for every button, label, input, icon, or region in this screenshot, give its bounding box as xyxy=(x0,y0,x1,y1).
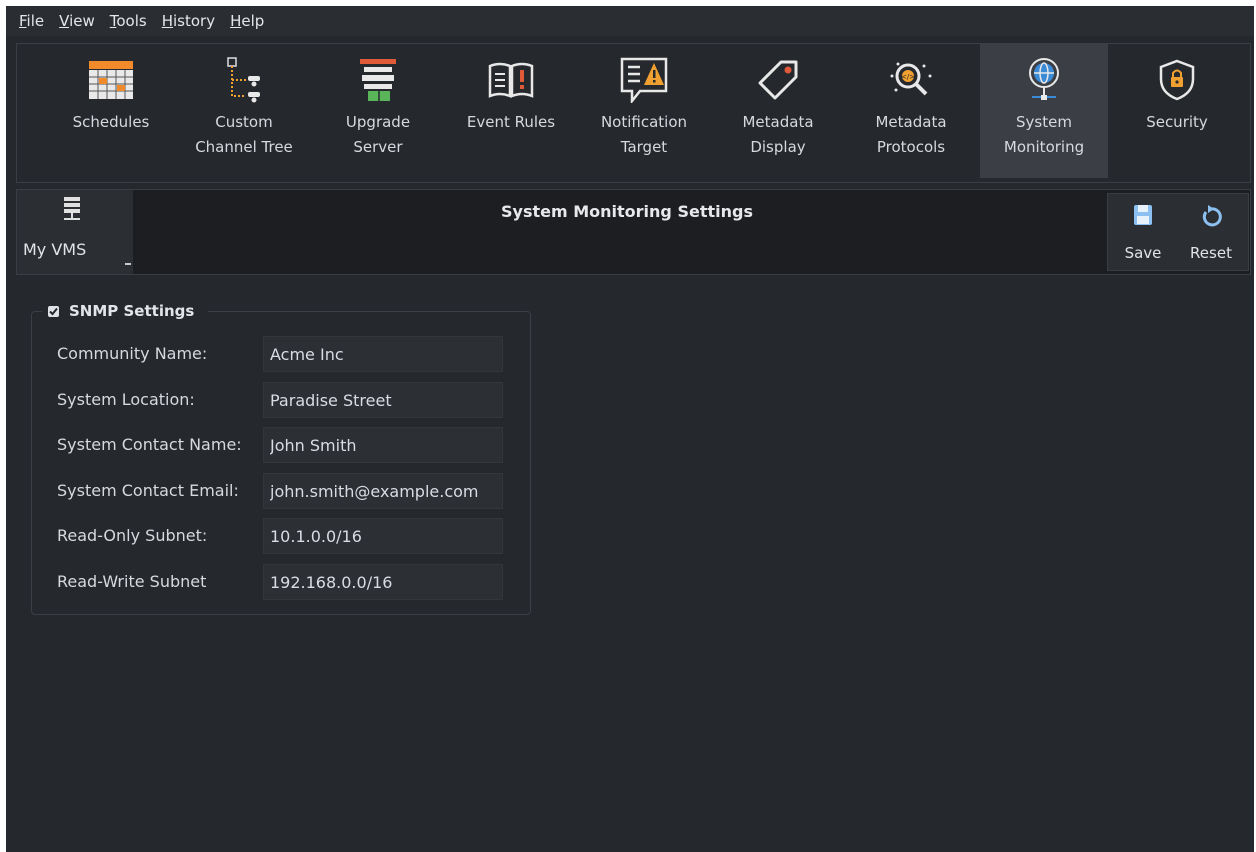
channel-tree-icon xyxy=(218,54,270,106)
server-selector[interactable]: My VMS xyxy=(17,190,133,274)
snmp-settings-label: SNMP Settings xyxy=(69,302,195,320)
app-window: File View Tools History Help Schedules C… xyxy=(6,6,1254,852)
tool-label: Security xyxy=(1146,113,1208,131)
system-contact-name-input[interactable] xyxy=(263,427,503,463)
header-actions: Save Reset xyxy=(1107,193,1249,271)
tool-custom-channel-tree[interactable]: Custom Channel Tree xyxy=(180,44,308,178)
form-row-system-contact-email: System Contact Email: xyxy=(57,473,517,509)
menu-history[interactable]: History xyxy=(162,12,215,30)
form-row-read-write-subnet: Read-Write Subnet xyxy=(57,564,517,600)
tool-system-monitoring[interactable]: System Monitoring xyxy=(980,44,1108,178)
field-label: Community Name: xyxy=(57,344,208,363)
upgrade-server-icon xyxy=(352,54,404,106)
form-row-community-name: Community Name: xyxy=(57,336,517,372)
server-stack-icon xyxy=(61,196,83,226)
tool-label: Schedules xyxy=(72,113,150,131)
metadata-protocols-icon: </> xyxy=(885,54,937,106)
floppy-disk-icon xyxy=(1112,204,1174,226)
svg-text:</>: </> xyxy=(901,73,915,81)
field-label: System Contact Email: xyxy=(57,481,239,500)
form-row-system-location: System Location: xyxy=(57,382,517,418)
module-toolbar: Schedules Custom Channel Tree Upgrade Se… xyxy=(16,43,1251,183)
save-label: Save xyxy=(1124,244,1162,262)
dropdown-caret-icon xyxy=(125,263,131,265)
tool-label: Notification Target xyxy=(600,113,688,156)
menu-view[interactable]: View xyxy=(59,12,95,30)
reset-button[interactable]: Reset xyxy=(1180,194,1242,270)
form-row-system-contact-name: System Contact Name: xyxy=(57,427,517,463)
event-rules-book-icon xyxy=(485,54,537,106)
tool-label: Metadata Display xyxy=(742,113,814,156)
tool-label: Event Rules xyxy=(466,113,556,131)
system-monitoring-globe-icon xyxy=(1018,54,1070,106)
read-write-subnet-input[interactable] xyxy=(263,564,503,600)
tool-label: System Monitoring xyxy=(1003,113,1085,156)
menu-file[interactable]: File xyxy=(19,12,44,30)
menu-tools[interactable]: Tools xyxy=(110,12,147,30)
security-shield-lock-icon xyxy=(1151,54,1203,106)
schedule-calendar-icon xyxy=(85,54,137,106)
tool-metadata-protocols[interactable]: </> Metadata Protocols xyxy=(847,44,975,178)
reset-arrow-icon xyxy=(1180,204,1242,228)
field-label: System Contact Name: xyxy=(57,435,242,454)
tool-security[interactable]: Security xyxy=(1113,44,1241,178)
snmp-settings-toggle[interactable]: SNMP Settings xyxy=(42,300,209,322)
field-label: System Location: xyxy=(57,390,195,409)
metadata-tag-icon xyxy=(752,54,804,106)
menu-bar: File View Tools History Help xyxy=(6,6,1254,36)
tool-label: Custom Channel Tree xyxy=(195,113,293,156)
settings-header: My VMS System Monitoring Settings Save R… xyxy=(16,189,1251,275)
tool-upgrade-server[interactable]: Upgrade Server xyxy=(314,44,442,178)
field-label: Read-Write Subnet xyxy=(57,572,207,591)
tool-metadata-display[interactable]: Metadata Display xyxy=(714,44,842,178)
read-only-subnet-input[interactable] xyxy=(263,518,503,554)
tool-event-rules[interactable]: Event Rules xyxy=(447,44,575,178)
community-name-input[interactable] xyxy=(263,336,503,372)
tool-label: Metadata Protocols xyxy=(875,113,947,156)
checkbox-checked-icon[interactable] xyxy=(48,305,59,317)
tool-schedules[interactable]: Schedules xyxy=(47,44,175,178)
system-location-input[interactable] xyxy=(263,382,503,418)
tool-label: Upgrade Server xyxy=(345,113,411,156)
save-button[interactable]: Save xyxy=(1112,194,1174,270)
form-row-read-only-subnet: Read-Only Subnet: xyxy=(57,518,517,554)
tool-notification-target[interactable]: Notification Target xyxy=(580,44,708,178)
system-contact-email-input[interactable] xyxy=(263,473,503,509)
field-label: Read-Only Subnet: xyxy=(57,526,208,545)
menu-help[interactable]: Help xyxy=(230,12,264,30)
page-title: System Monitoring Settings xyxy=(501,202,753,221)
reset-label: Reset xyxy=(1190,244,1232,262)
server-name: My VMS xyxy=(23,240,87,259)
notification-target-icon xyxy=(618,54,670,106)
